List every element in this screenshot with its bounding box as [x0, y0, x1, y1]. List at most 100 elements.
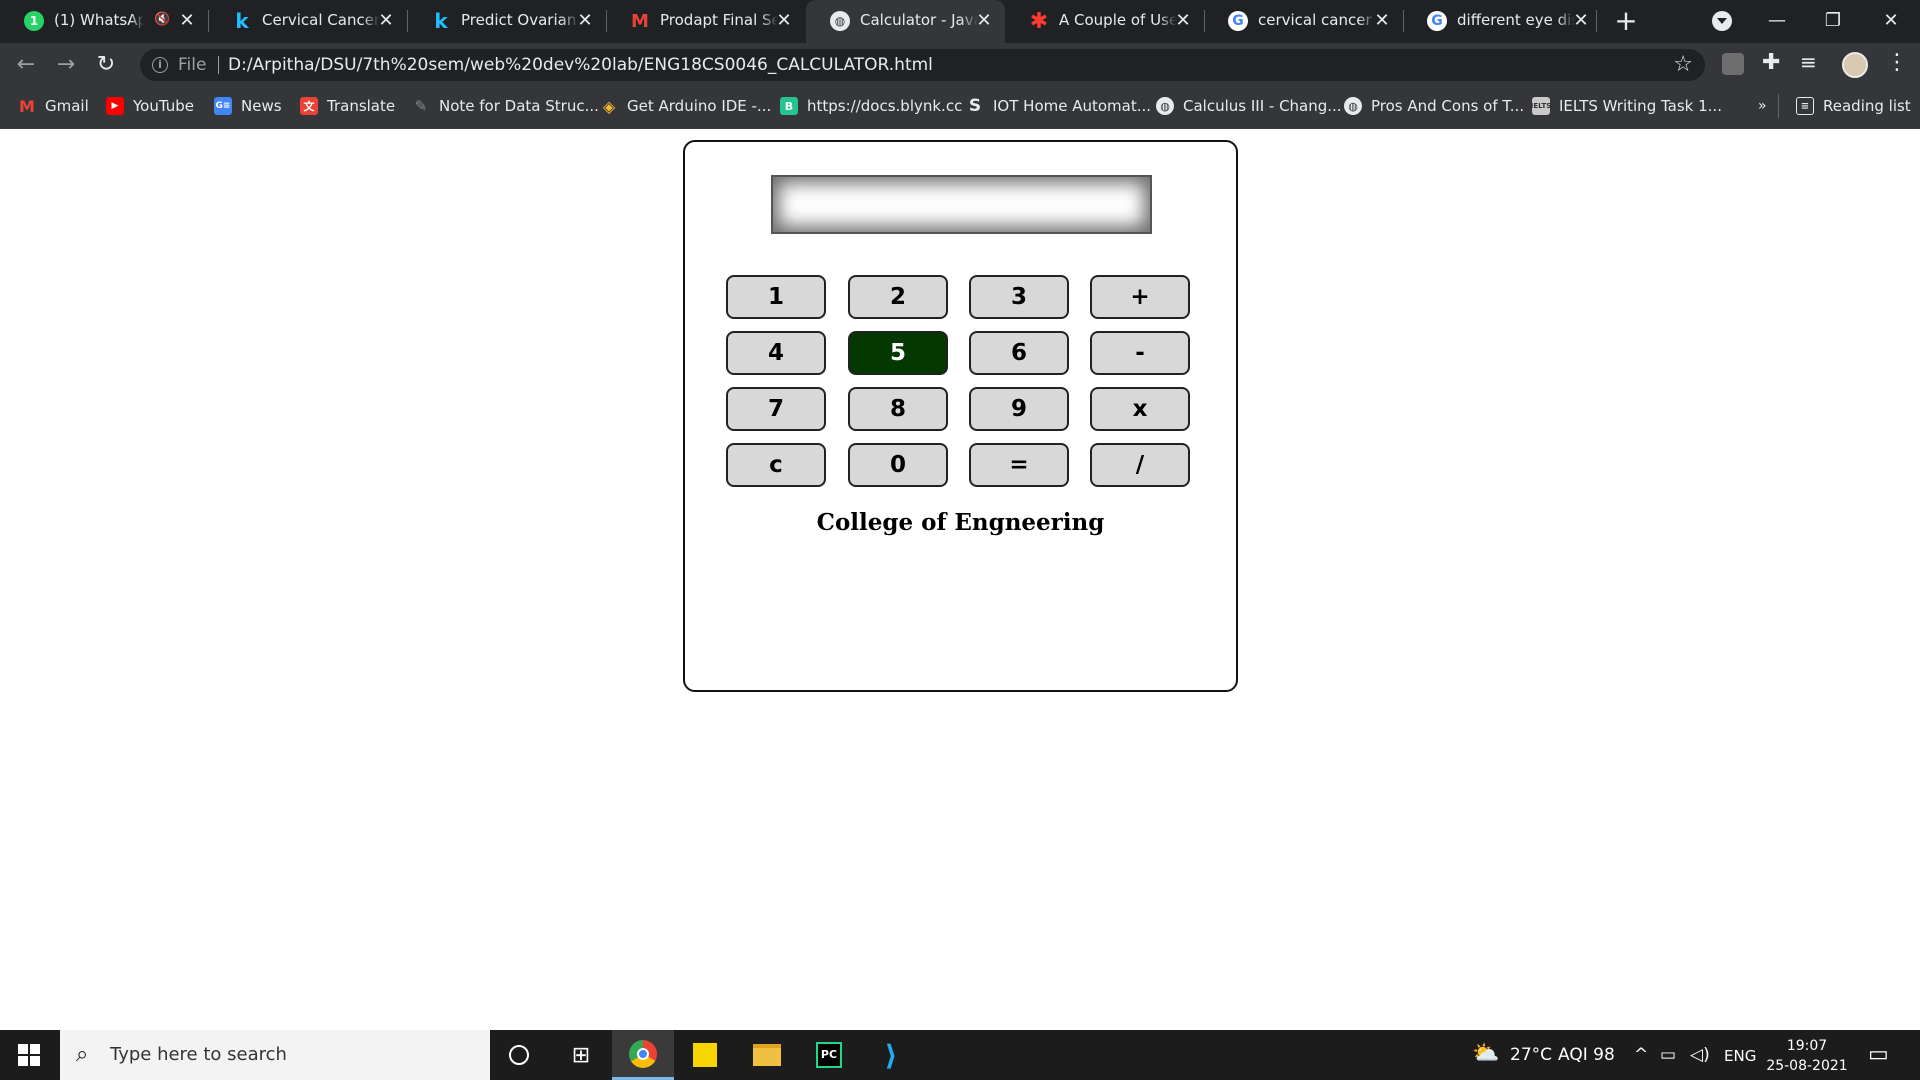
close-icon[interactable]: ✕: [773, 10, 795, 32]
key-9[interactable]: 9: [969, 387, 1069, 431]
bookmark-blynk[interactable]: B https://docs.blynk.cc: [780, 87, 962, 125]
key-6[interactable]: 6: [969, 331, 1069, 375]
extension-icon[interactable]: [1722, 53, 1744, 75]
key-4[interactable]: 4: [726, 331, 826, 375]
kaggle-icon: k: [434, 9, 448, 33]
close-icon[interactable]: ✕: [375, 10, 397, 32]
restore-icon[interactable]: ❐: [1818, 6, 1848, 36]
weather-cloud-icon[interactable]: ⛅: [1472, 1041, 1499, 1066]
reading-list-label: Reading list: [1823, 97, 1911, 115]
taskbar-search-box[interactable]: ⌕ Type here to search: [60, 1030, 490, 1080]
bookmark-calculus[interactable]: ◍ Calculus III - Chang...: [1156, 87, 1342, 125]
key-equals[interactable]: =: [969, 443, 1069, 487]
bookmarks-overflow-button[interactable]: »: [1758, 87, 1767, 125]
system-clock[interactable]: 19:07 25-08-2021: [1762, 1036, 1852, 1076]
tab-eye-disease-search[interactable]: G different eye dise ✕: [1403, 0, 1602, 43]
bookmark-gmail[interactable]: M Gmail: [18, 87, 89, 125]
new-tab-button[interactable]: +: [1612, 7, 1640, 35]
tab-prodapt[interactable]: M Prodapt Final Sele ✕: [606, 0, 805, 43]
profile-avatar[interactable]: [1842, 52, 1868, 78]
network-icon[interactable]: ▭: [1660, 1045, 1676, 1065]
bookmark-translate[interactable]: 文 Translate: [300, 87, 395, 125]
bookmark-iot-home[interactable]: S IOT Home Automat...: [966, 87, 1151, 125]
tab-predict-ovarian[interactable]: k Predict Ovarian Ca ✕: [407, 0, 606, 43]
search-icon: ⌕: [76, 1042, 89, 1067]
calculator-display[interactable]: [771, 175, 1152, 234]
media-control-icon[interactable]: ≡: [1800, 50, 1822, 74]
bookmark-ielts[interactable]: IELTS IELTS Writing Task 1...: [1531, 87, 1722, 125]
reading-list-icon: ≡: [1796, 97, 1814, 115]
url-text[interactable]: D:/Arpitha/DSU/7th%20sem/web%20dev%20lab…: [228, 55, 933, 75]
key-clear[interactable]: c: [726, 443, 826, 487]
address-bar[interactable]: i File D:/Arpitha/DSU/7th%20sem/web%20de…: [140, 49, 1705, 81]
tab-title: (1) WhatsApp: [54, 11, 144, 29]
pycharm-icon[interactable]: PC: [798, 1030, 860, 1080]
window-close-icon[interactable]: ✕: [1876, 6, 1906, 36]
chrome-menu-icon[interactable]: ⋮: [1886, 50, 1908, 75]
tab-search-icon[interactable]: [1712, 11, 1732, 31]
close-icon[interactable]: ✕: [1570, 10, 1592, 32]
close-icon[interactable]: ✕: [1172, 10, 1194, 32]
close-icon[interactable]: ✕: [176, 10, 198, 32]
info-icon[interactable]: i: [152, 57, 168, 73]
key-7[interactable]: 7: [726, 387, 826, 431]
task-view-icon[interactable]: ⊞: [550, 1030, 612, 1080]
key-5[interactable]: 5: [848, 331, 948, 375]
bookmark-star-icon[interactable]: ☆: [1673, 52, 1693, 77]
back-arrow-icon[interactable]: ←: [12, 51, 40, 79]
forward-arrow-icon[interactable]: →: [52, 51, 80, 79]
whatsapp-icon: 1: [24, 11, 44, 31]
windows-start-icon[interactable]: [18, 1044, 40, 1066]
notification-center-icon[interactable]: ▭: [1868, 1042, 1889, 1067]
key-1[interactable]: 1: [726, 275, 826, 319]
bookmark-pros-cons[interactable]: ◍ Pros And Cons of T...: [1344, 87, 1524, 125]
bookmark-note-data-struc[interactable]: ✎ Note for Data Struc...: [412, 87, 599, 125]
arduino-icon: ◈: [602, 96, 616, 116]
blynk-icon: B: [780, 97, 798, 115]
note-icon: ✎: [414, 97, 428, 115]
key-8[interactable]: 8: [848, 387, 948, 431]
muted-speaker-icon[interactable]: 🔇: [154, 12, 170, 27]
bookmark-youtube[interactable]: ▶ YouTube: [106, 87, 194, 125]
volume-icon[interactable]: ◁): [1690, 1045, 1710, 1065]
key-0[interactable]: 0: [848, 443, 948, 487]
key-3[interactable]: 3: [969, 275, 1069, 319]
language-indicator[interactable]: ENG: [1724, 1047, 1756, 1065]
show-hidden-icons-chevron-icon[interactable]: ^: [1634, 1045, 1648, 1065]
weather-aqi[interactable]: AQI 98: [1558, 1045, 1615, 1065]
sticky-notes-icon[interactable]: [674, 1030, 736, 1080]
tab-separator: [1596, 10, 1597, 32]
bookmark-label: YouTube: [133, 97, 194, 115]
key-minus[interactable]: -: [1090, 331, 1190, 375]
key-2[interactable]: 2: [848, 275, 948, 319]
bookmark-arduino[interactable]: ◈ Get Arduino IDE -...: [600, 87, 771, 125]
key-plus[interactable]: +: [1090, 275, 1190, 319]
key-multiply[interactable]: x: [1090, 387, 1190, 431]
bookmark-label: News: [241, 97, 282, 115]
tab-title: Predict Ovarian Ca: [461, 11, 579, 29]
minimize-icon[interactable]: —: [1762, 6, 1792, 36]
browser-toolbar: ← → ↻ i File D:/Arpitha/DSU/7th%20sem/we…: [0, 43, 1920, 87]
tab-calculator[interactable]: ◍ Calculator - JavaS ✕: [806, 0, 1005, 43]
reload-icon[interactable]: ↻: [92, 51, 120, 79]
weather-temperature[interactable]: 27°C: [1510, 1045, 1552, 1065]
tab-cervical-cancer-risk[interactable]: k Cervical Cancer Ri ✕: [208, 0, 407, 43]
tab-cervical-cancer-search[interactable]: G cervical cancer - C ✕: [1204, 0, 1403, 43]
bookmark-label: Pros And Cons of T...: [1371, 97, 1525, 115]
key-divide[interactable]: /: [1090, 443, 1190, 487]
close-icon[interactable]: ✕: [1371, 10, 1393, 32]
tab-title: A Couple of Use C: [1059, 11, 1177, 29]
bookmark-news[interactable]: G≡ News: [214, 87, 282, 125]
puzzle-extensions-icon[interactable]: ✚: [1762, 50, 1784, 75]
file-explorer-icon[interactable]: [736, 1030, 798, 1080]
close-icon[interactable]: ✕: [574, 10, 596, 32]
chrome-taskbar-icon[interactable]: [612, 1030, 674, 1080]
close-icon[interactable]: ✕: [973, 10, 995, 32]
tab-a-couple-of-use[interactable]: ✱ A Couple of Use C ✕: [1005, 0, 1204, 43]
cortana-icon[interactable]: [488, 1030, 550, 1080]
calculator-panel: 1 2 3 + 4 5 6 - 7 8 9 x c 0 = / College …: [683, 140, 1238, 692]
tab-whatsapp[interactable]: 1 (1) WhatsApp 🔇 ✕: [0, 0, 208, 43]
reading-list-button[interactable]: ≡ Reading list: [1796, 87, 1911, 125]
vscode-icon[interactable]: ⟩: [860, 1030, 922, 1080]
ielts-icon: IELTS: [1531, 97, 1551, 115]
